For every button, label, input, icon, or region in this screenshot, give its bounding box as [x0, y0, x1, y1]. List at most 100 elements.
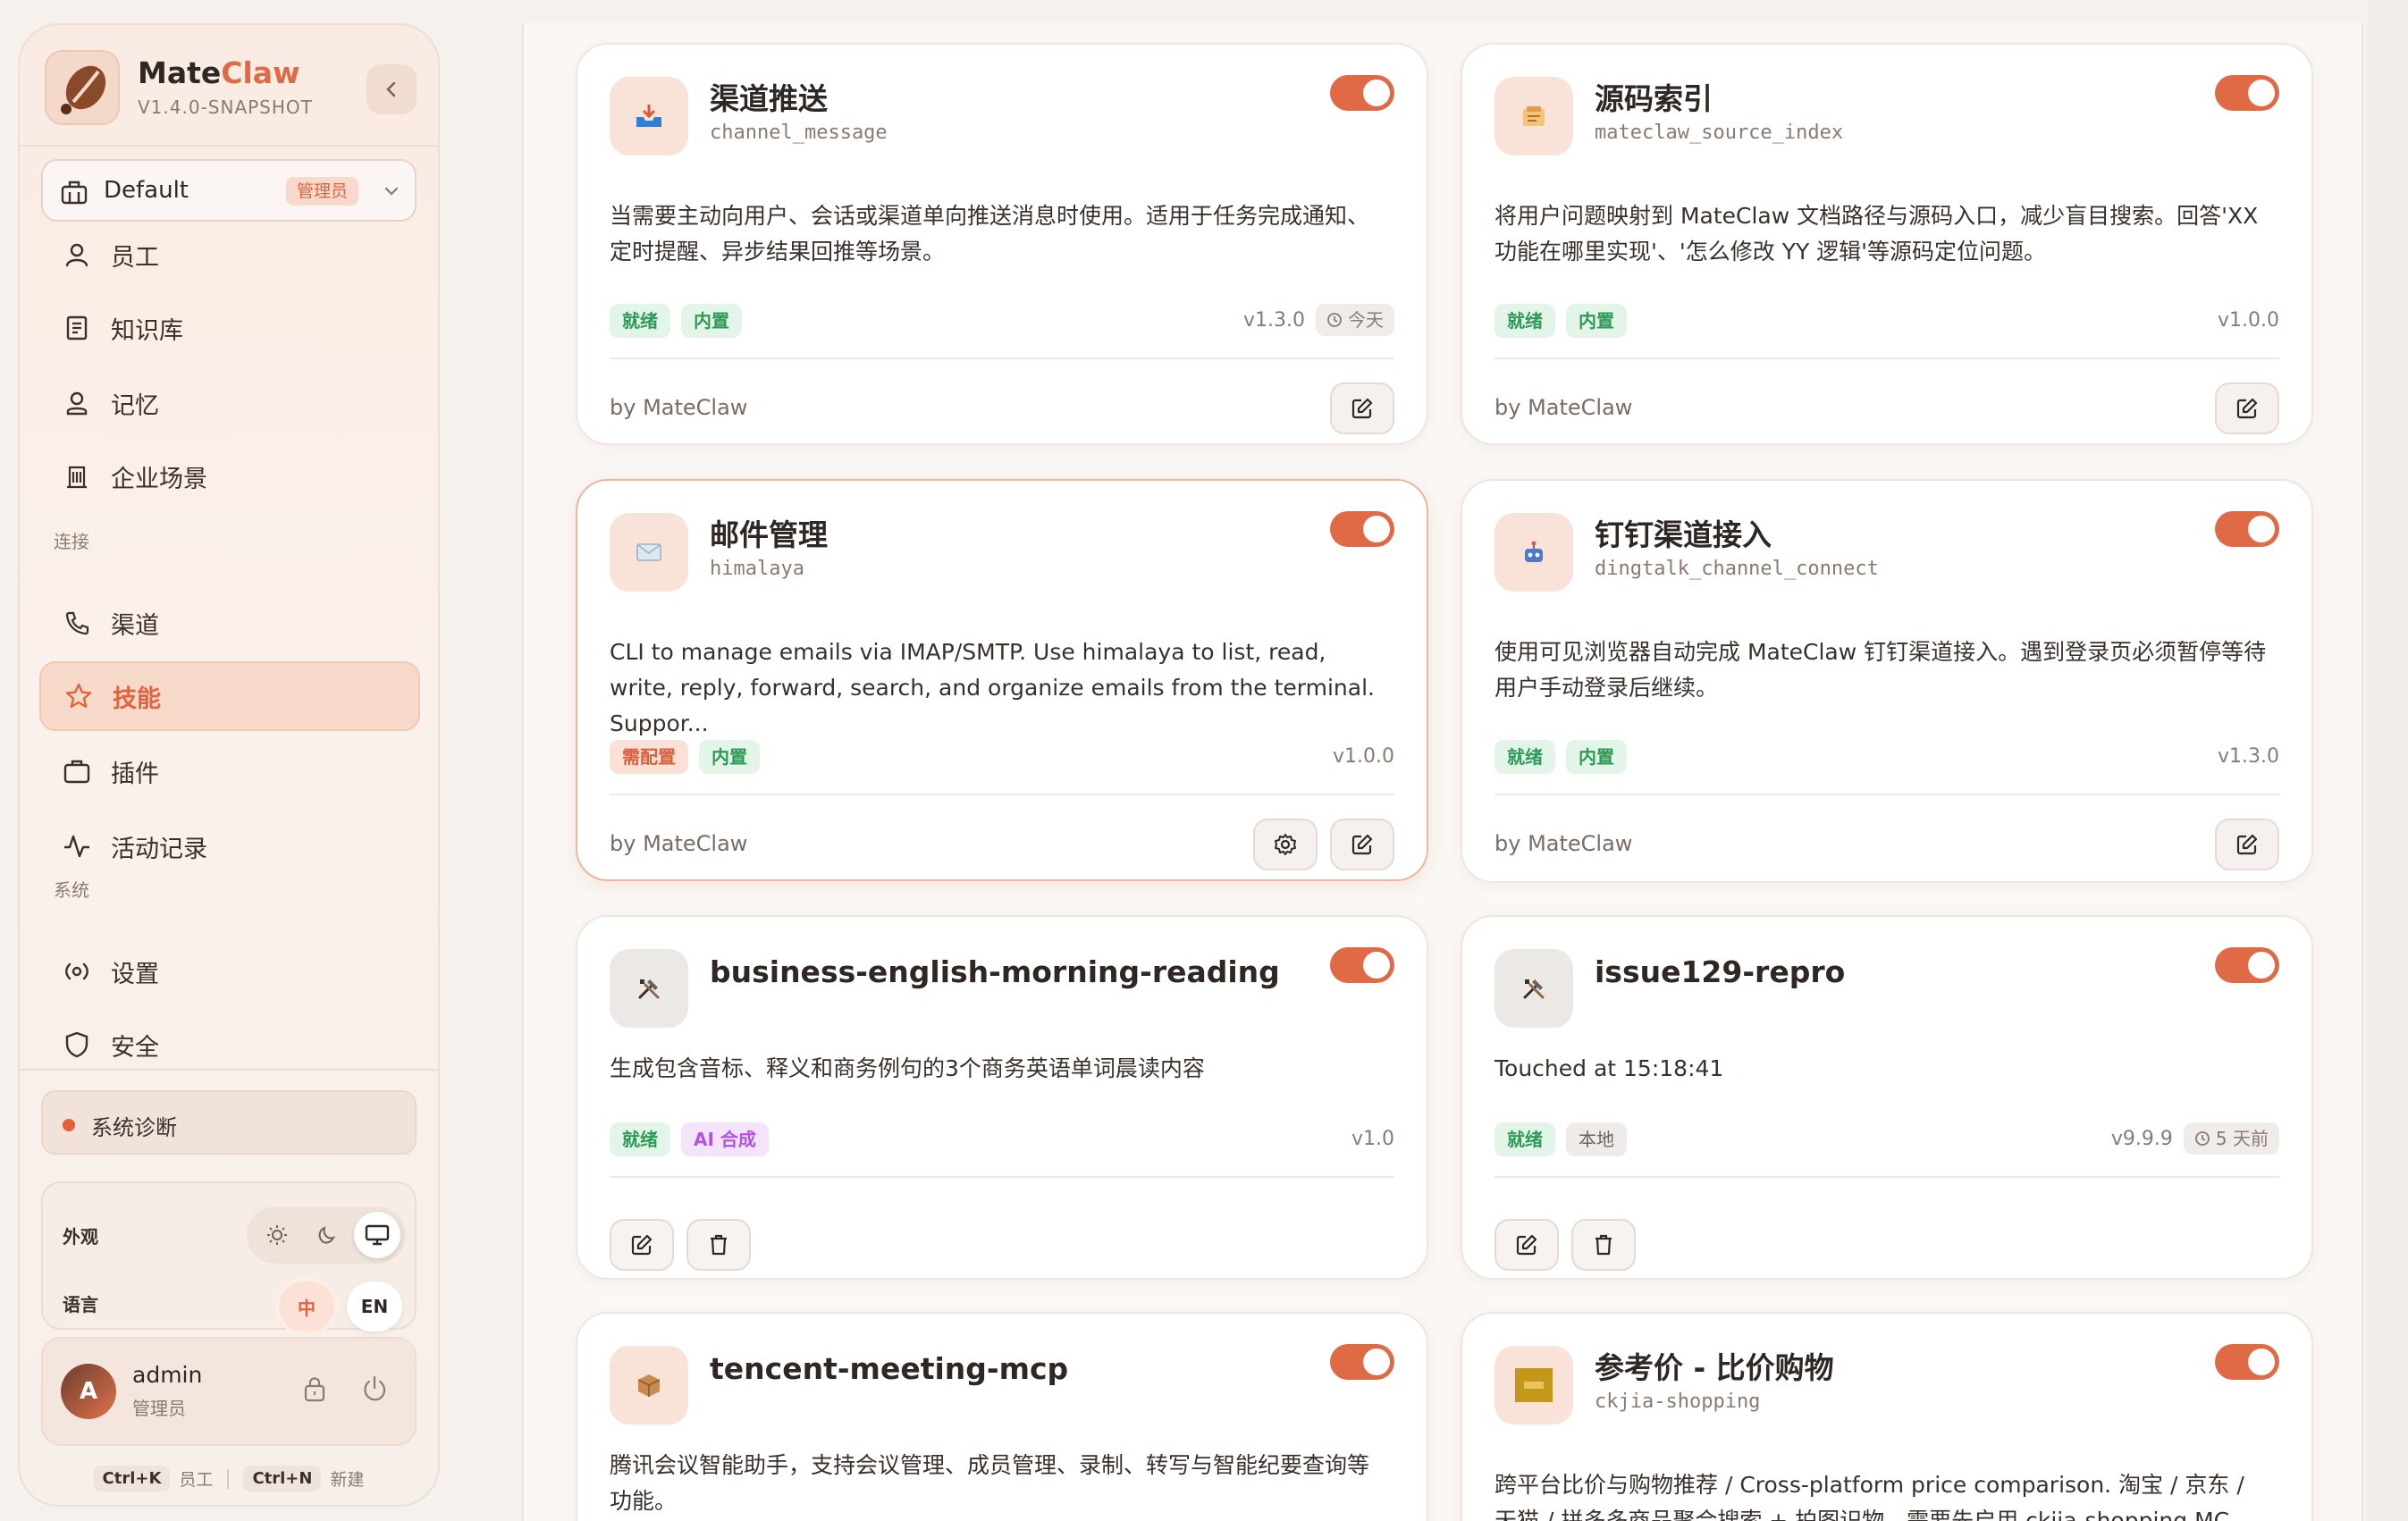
status-badge: 就绪	[610, 304, 670, 338]
lock-button[interactable]	[302, 1374, 327, 1407]
clock-icon	[2195, 1131, 2210, 1146]
source-badge: 内置	[1566, 740, 1627, 774]
user-panel: A admin 管理员	[41, 1337, 417, 1446]
brand-name: MateClaw	[138, 55, 300, 90]
edit-button[interactable]	[1494, 1219, 1559, 1271]
skill-card[interactable]: 渠道推送 channel_message 当需要主动向用户、会话或渠道单向推送消…	[576, 43, 1428, 445]
sidebar: MateClaw V1.4.0-SNAPSHOT Default 管理员 员工 …	[18, 23, 440, 1507]
envelope-icon	[610, 513, 688, 592]
edit-icon	[1516, 1234, 1537, 1256]
skill-title: 邮件管理	[710, 517, 828, 552]
skill-card[interactable]: issue129-repro Touched at 15:18:41 就绪 本地…	[1461, 915, 2313, 1280]
robot-icon	[1494, 513, 1573, 592]
edit-icon	[1351, 398, 1373, 419]
sidebar-item-label: 知识库	[111, 316, 183, 345]
sidebar-item-label: 记忆	[111, 391, 159, 420]
skill-card[interactable]: tencent-meeting-mcp 腾讯会议智能助手，支持会议管理、成员管理…	[576, 1312, 1428, 1521]
skill-author: by MateClaw	[610, 395, 748, 420]
skill-enable-toggle[interactable]	[1330, 511, 1394, 547]
package-icon	[610, 1346, 688, 1424]
status-badge: 就绪	[1494, 740, 1555, 774]
trash-icon	[1596, 1234, 1612, 1256]
edit-button[interactable]	[2215, 382, 2279, 434]
system-diagnostics-button[interactable]: 系统诊断	[41, 1090, 417, 1155]
shortcut-label: 员工	[179, 1470, 214, 1490]
skill-enable-toggle[interactable]	[2215, 947, 2279, 983]
skill-version: v1.0.0	[1333, 745, 1394, 768]
skill-enable-toggle[interactable]	[2215, 1344, 2279, 1380]
sidebar-item-channels[interactable]: 渠道	[39, 588, 420, 658]
skill-card[interactable]: 邮件管理 himalaya CLI to manage emails via I…	[576, 479, 1428, 881]
skill-enable-toggle[interactable]	[2215, 511, 2279, 547]
sidebar-item-label: 设置	[111, 960, 159, 988]
sidebar-item-employees[interactable]: 员工	[39, 220, 420, 290]
edit-button[interactable]	[610, 1219, 674, 1271]
skill-card[interactable]: 钉钉渠道接入 dingtalk_channel_connect 使用可见浏览器自…	[1461, 479, 2313, 883]
sidebar-item-enterprise[interactable]: 企业场景	[39, 441, 420, 511]
status-dot	[63, 1119, 75, 1131]
theme-system-button[interactable]	[354, 1212, 400, 1258]
skill-version: v1.0.0	[2218, 309, 2279, 332]
skill-card[interactable]: business-english-morning-reading 生成包含音标、…	[576, 915, 1428, 1280]
sidebar-item-label: 企业场景	[111, 465, 207, 493]
avatar[interactable]: A	[61, 1364, 116, 1419]
theme-dark-button[interactable]	[304, 1212, 350, 1258]
source-badge: AI 合成	[681, 1122, 769, 1156]
phone-icon	[59, 605, 95, 641]
chevron-left-icon	[386, 81, 396, 97]
delete-button[interactable]	[686, 1219, 751, 1271]
source-badge: 内置	[681, 304, 742, 338]
skill-slug: channel_message	[710, 122, 888, 144]
edit-button[interactable]	[1330, 819, 1394, 870]
sidebar-item-skills[interactable]: 技能	[39, 661, 420, 731]
shortcut-label: 新建	[330, 1470, 365, 1490]
skill-enable-toggle[interactable]	[1330, 1344, 1394, 1380]
brand-version: V1.4.0-SNAPSHOT	[138, 97, 313, 118]
collapse-sidebar-button[interactable]	[366, 64, 417, 114]
sidebar-item-label: 安全	[111, 1033, 159, 1062]
book-icon	[59, 310, 95, 346]
delete-button[interactable]	[1571, 1219, 1636, 1271]
skill-card[interactable]: 参考价 - 比价购物 ckjia-shopping 跨平台比价与购物推荐 / C…	[1461, 1312, 2313, 1521]
monitor-icon	[365, 1224, 390, 1246]
sidebar-item-knowledge[interactable]: 知识库	[39, 293, 420, 363]
workspace-selector[interactable]: Default 管理员	[41, 159, 417, 222]
configure-button[interactable]	[1253, 819, 1318, 870]
sidebar-item-label: 渠道	[111, 611, 159, 640]
clock-icon	[1327, 313, 1342, 327]
section-label-connect: 连接	[54, 531, 89, 552]
sidebar-item-label: 员工	[111, 243, 159, 272]
edit-button[interactable]	[1330, 382, 1394, 434]
brand-header: MateClaw V1.4.0-SNAPSHOT	[45, 50, 417, 143]
skill-description: 跨平台比价与购物推荐 / Cross-platform price compar…	[1494, 1472, 2251, 1521]
skill-slug: ckjia-shopping	[1595, 1391, 1761, 1413]
workspace-name: Default	[104, 177, 189, 204]
skill-version: v1.0	[1351, 1128, 1394, 1150]
divider	[1494, 357, 2279, 359]
skill-description: 当需要主动向用户、会话或渠道单向推送消息时使用。适用于任务完成通知、定时提醒、异…	[610, 203, 1370, 265]
skill-enable-toggle[interactable]	[2215, 75, 2279, 111]
language-zh-button[interactable]: 中	[279, 1282, 334, 1332]
sidebar-item-plugins[interactable]: 插件	[39, 736, 420, 806]
logo-icon	[45, 50, 120, 125]
skill-description: 腾讯会议智能助手，支持会议管理、成员管理、录制、转写与智能纪要查询等功能。	[610, 1452, 1370, 1514]
card-index-icon	[1494, 77, 1573, 155]
source-badge: 内置	[699, 740, 760, 774]
preferences-panel: 外观 语言 中 EN	[41, 1181, 417, 1332]
skill-enable-toggle[interactable]	[1330, 75, 1394, 111]
user-name: admin	[132, 1362, 203, 1388]
edit-button[interactable]	[2215, 819, 2279, 870]
logout-button[interactable]	[361, 1374, 388, 1407]
source-badge: 内置	[1566, 304, 1627, 338]
sidebar-item-memory[interactable]: 记忆	[39, 368, 420, 438]
skill-slug: mateclaw_source_index	[1595, 122, 1844, 144]
skill-enable-toggle[interactable]	[1330, 947, 1394, 983]
sidebar-item-settings[interactable]: 设置	[39, 937, 420, 1006]
sidebar-item-activity[interactable]: 活动记录	[39, 811, 420, 881]
language-en-button[interactable]: EN	[347, 1282, 402, 1332]
skill-card[interactable]: 源码索引 mateclaw_source_index 将用户问题映射到 Mate…	[1461, 43, 2313, 445]
divider	[610, 794, 1394, 795]
skill-author: by MateClaw	[1494, 831, 1633, 856]
theme-light-button[interactable]	[254, 1212, 300, 1258]
edit-icon	[2236, 834, 2258, 855]
